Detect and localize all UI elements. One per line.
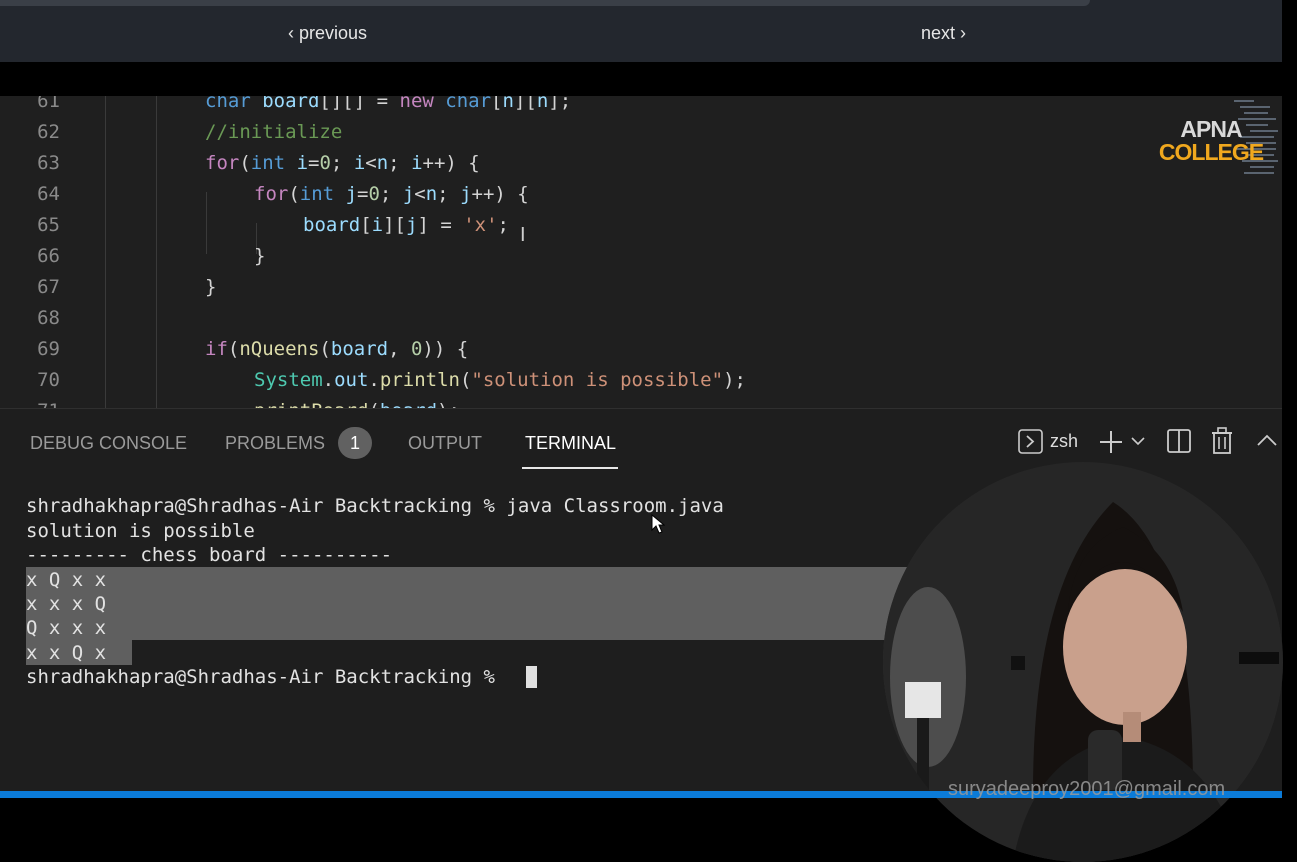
selection-highlight	[26, 567, 916, 640]
line-number: 64	[37, 183, 60, 205]
board-row: Q x x x	[26, 617, 107, 639]
logo-line-1: APNA	[1180, 116, 1242, 142]
line-number: 63	[37, 152, 60, 174]
right-letterbox	[1282, 0, 1297, 798]
code-text: }	[205, 276, 217, 298]
next-label: next	[921, 23, 956, 43]
code-text: }	[254, 245, 266, 267]
terminal-output-line: --------- chess board ----------	[26, 544, 393, 566]
terminal-output-line: solution is possible	[26, 520, 255, 542]
board-row: x x x Q	[26, 593, 107, 615]
mouse-pointer-icon	[651, 514, 665, 534]
tab-problems[interactable]: PROBLEMS	[225, 433, 325, 454]
code-line: 67 }	[0, 276, 1282, 307]
line-number: 69	[37, 338, 60, 360]
apna-college-logo: APNA COLLEGE	[1156, 118, 1266, 164]
presenter-figure	[883, 462, 1283, 862]
line-number: 70	[37, 369, 60, 391]
terminal-icon	[1018, 429, 1043, 454]
previous-label: previous	[299, 23, 368, 43]
code-text: for(int j=0; j<n; j++) {	[254, 183, 529, 205]
code-line: 69 if(nQueens(board, 0)) {	[0, 338, 1282, 369]
code-line: 63 for(int i=0; i<n; i++) {	[0, 152, 1282, 183]
line-number: 66	[37, 245, 60, 267]
code-text: board[i][j] = 'x';	[303, 214, 509, 236]
chevron-right-icon: ›	[960, 23, 967, 43]
line-number: 71	[0, 400, 60, 408]
tab-debug-console[interactable]: DEBUG CONSOLE	[30, 433, 187, 454]
code-line: 66 }	[0, 245, 1282, 276]
split-terminal-icon[interactable]	[1166, 428, 1192, 454]
tab-terminal[interactable]: TERMINAL	[525, 433, 616, 454]
line-number: 65	[37, 214, 60, 236]
code-text: for(int i=0; i<n; i++) {	[205, 152, 480, 174]
terminal-cursor	[526, 666, 537, 688]
code-text: char board[][] = new char[n][n];	[205, 96, 572, 112]
logo-line-2: COLLEGE	[1158, 139, 1264, 165]
code-text: System.out.println("solution is possible…	[254, 369, 746, 391]
line-number: 61	[37, 96, 60, 112]
top-edge	[0, 0, 1090, 6]
letterbox-band	[0, 62, 1282, 96]
board-row: x x Q x	[26, 642, 107, 664]
previous-link[interactable]: ‹ previous	[288, 23, 367, 44]
line-number: 67	[37, 276, 60, 298]
chevron-up-icon[interactable]	[1256, 433, 1278, 447]
terminal-command-line: shradhakhapra@Shradhas-Air Backtracking …	[26, 495, 724, 517]
code-text: printBoard(board);	[254, 400, 460, 408]
code-text: //initialize	[205, 121, 343, 143]
text-cursor-icon: I	[520, 224, 526, 246]
code-line: 62 //initialize	[0, 121, 1282, 152]
new-terminal-icon[interactable]	[1098, 429, 1124, 455]
chevron-down-icon[interactable]	[1130, 435, 1146, 447]
line-number: 62	[37, 121, 60, 143]
next-link[interactable]: next ›	[921, 23, 966, 44]
code-line: 71 printBoard(board);	[0, 400, 1282, 408]
tab-output[interactable]: OUTPUT	[408, 433, 482, 454]
webcam-overlay	[883, 462, 1283, 862]
code-line: 70 System.out.println("solution is possi…	[0, 369, 1282, 400]
active-tab-indicator	[522, 467, 618, 469]
code-editor[interactable]: 61 char board[][] = new char[n][n]; 62 /…	[0, 96, 1282, 408]
code-line: 61 char board[][] = new char[n][n];	[0, 96, 1282, 121]
board-row: x Q x x	[26, 569, 107, 591]
code-line: 68	[0, 307, 1282, 338]
problems-count-badge: 1	[338, 427, 372, 459]
chevron-left-icon: ‹	[288, 23, 294, 43]
code-line: 65 board[i][j] = 'x';	[0, 214, 1282, 245]
line-number: 68	[37, 307, 60, 329]
shell-name: zsh	[1050, 431, 1079, 451]
top-nav-bar: ‹ previous next ›	[0, 0, 1282, 62]
code-text: if(nQueens(board, 0)) {	[205, 338, 469, 360]
terminal-prompt[interactable]: shradhakhapra@Shradhas-Air Backtracking …	[26, 665, 506, 689]
code-line: 64 for(int j=0; j<n; j++) {	[0, 183, 1282, 214]
trash-icon[interactable]	[1210, 427, 1234, 455]
